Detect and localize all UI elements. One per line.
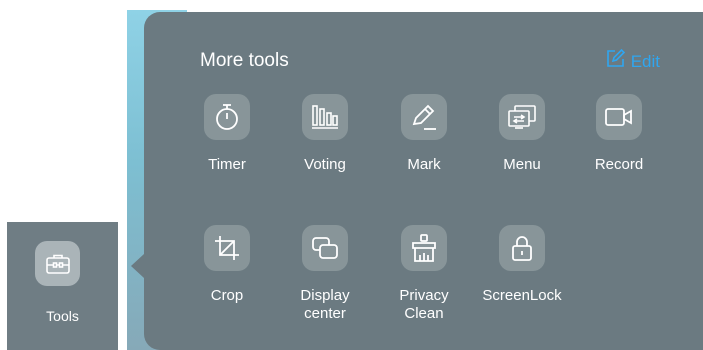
tools-button[interactable]: Tools: [7, 222, 118, 350]
lock-icon: [499, 225, 545, 271]
tool-mark[interactable]: Mark: [378, 94, 470, 174]
panel-pointer: [131, 254, 144, 278]
edit-label: Edit: [630, 51, 660, 71]
tool-label: Voting: [304, 156, 346, 173]
tool-display-center[interactable]: Display center: [279, 225, 371, 323]
edit-icon: [605, 48, 625, 74]
tools-label: Tools: [46, 308, 79, 324]
tool-label: Privacy Clean: [399, 287, 449, 322]
panel-title: More tools: [200, 50, 289, 71]
tool-timer[interactable]: Timer: [181, 94, 273, 174]
tool-crop[interactable]: Crop: [181, 225, 273, 305]
tool-label: Display center: [300, 287, 350, 322]
stopwatch-icon: [204, 94, 250, 140]
tool-label: Record: [594, 156, 644, 173]
edit-button[interactable]: Edit: [605, 48, 660, 74]
tool-record[interactable]: Record: [573, 94, 665, 174]
pen-icon: [401, 94, 447, 140]
more-tools-panel: More tools Edit Timer Voting Mark Menu R…: [144, 12, 703, 350]
tool-label: Menu: [503, 156, 541, 173]
display-windows-icon: [302, 225, 348, 271]
toolbox-icon: [35, 241, 80, 286]
tool-screenlock[interactable]: ScreenLock: [476, 225, 568, 305]
tool-label: ScreenLock: [482, 287, 562, 304]
tool-label: Mark: [407, 156, 441, 173]
brush-icon: [401, 225, 447, 271]
video-camera-icon: [596, 94, 642, 140]
bar-chart-icon: [302, 94, 348, 140]
tool-privacy-clean[interactable]: Privacy Clean: [378, 225, 470, 323]
tool-menu[interactable]: Menu: [476, 94, 568, 174]
tool-label: Timer: [208, 156, 246, 173]
tool-label: Crop: [210, 287, 244, 304]
screen-switch-icon: [499, 94, 545, 140]
crop-icon: [204, 225, 250, 271]
tool-voting[interactable]: Voting: [279, 94, 371, 174]
